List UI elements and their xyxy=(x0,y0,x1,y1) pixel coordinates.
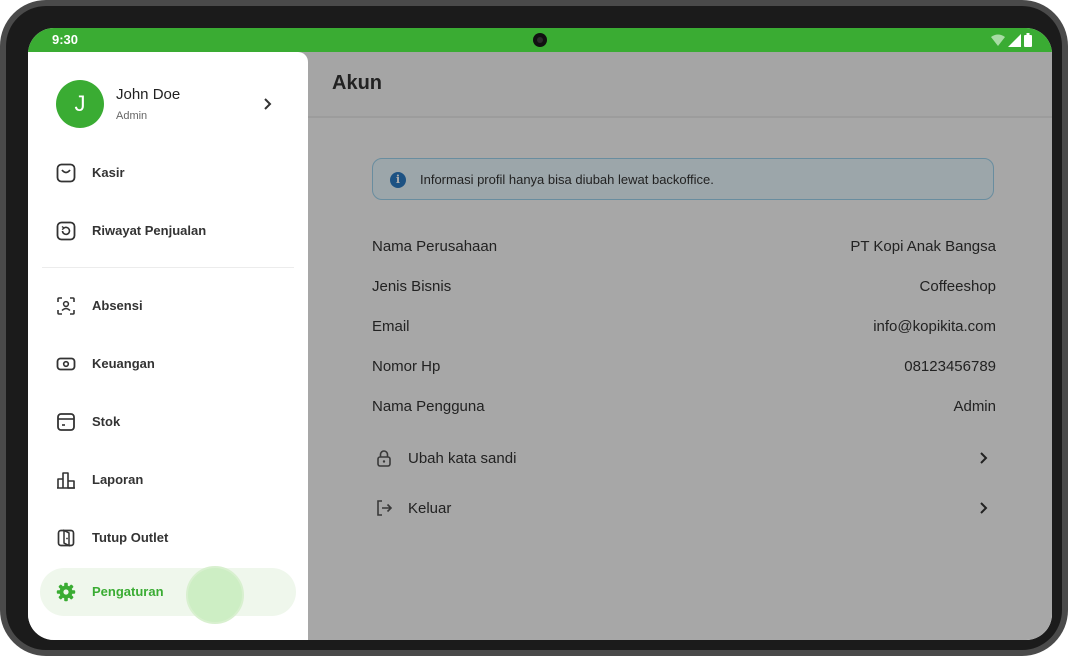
wifi-icon xyxy=(991,34,1005,46)
menu-label: Stok xyxy=(92,414,121,429)
report-chart-icon xyxy=(57,472,75,489)
screen: 9:30 Akun i Informasi profil hanya bisa … xyxy=(28,28,1052,640)
menu-label: Keuangan xyxy=(92,356,155,371)
menu-label: Laporan xyxy=(92,472,144,487)
profile-role: Admin xyxy=(116,110,148,122)
battery-icon xyxy=(1024,33,1032,47)
status-bar: 9:30 xyxy=(28,28,1052,52)
menu-item-keuangan[interactable]: Keuangan xyxy=(40,340,296,388)
money-icon xyxy=(56,357,76,371)
menu-item-absensi[interactable]: Absensi xyxy=(40,282,296,330)
menu-item-stok[interactable]: Stok xyxy=(40,398,296,446)
gear-icon xyxy=(56,582,76,602)
history-icon xyxy=(56,221,76,241)
menu-item-tutup-outlet[interactable]: Tutup Outlet xyxy=(40,514,296,562)
avatar: J xyxy=(56,80,104,128)
menu-divider xyxy=(42,267,294,268)
menu-label: Tutup Outlet xyxy=(92,530,169,545)
shopping-bag-icon xyxy=(56,163,76,183)
menu-item-pengaturan[interactable]: Pengaturan xyxy=(40,568,296,616)
stock-icon xyxy=(57,413,75,431)
signal-icon xyxy=(1008,33,1021,47)
menu-item-riwayat-penjualan[interactable]: Riwayat Penjualan xyxy=(40,207,296,255)
status-time: 9:30 xyxy=(52,32,79,47)
status-icons xyxy=(991,33,1032,47)
camera-icon xyxy=(533,33,547,47)
menu-item-laporan[interactable]: Laporan xyxy=(40,456,296,504)
tablet-frame: 9:30 Akun i Informasi profil hanya bisa … xyxy=(0,0,1068,656)
touch-ripple xyxy=(186,566,244,624)
door-icon xyxy=(57,529,75,547)
menu-label: Absensi xyxy=(92,298,143,313)
tablet-bezel: 9:30 Akun i Informasi profil hanya bisa … xyxy=(6,6,1062,650)
face-scan-icon xyxy=(57,297,75,315)
chevron-right-icon xyxy=(264,98,272,110)
menu-label: Kasir xyxy=(92,165,125,180)
profile-name: John Doe xyxy=(116,86,181,103)
navigation-drawer: J John Doe Admin Kasir Riwayat Penjualan… xyxy=(28,52,308,640)
menu-label: Riwayat Penjualan xyxy=(92,223,207,238)
menu-item-kasir[interactable]: Kasir xyxy=(40,149,296,197)
profile-header[interactable]: J John Doe Admin xyxy=(28,52,308,152)
menu-label: Pengaturan xyxy=(92,584,164,599)
